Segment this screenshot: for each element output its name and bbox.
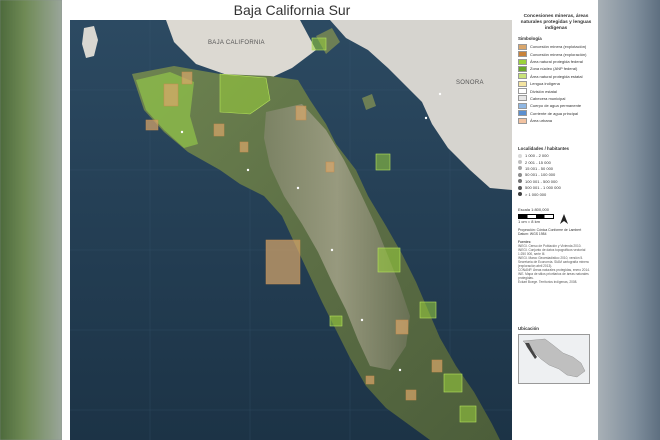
map-sheet: Baja California Sur BAJA CALIFORNIA SONO…: [62, 0, 598, 440]
legend-localidad-label: 500 001 - 1 000 000: [525, 185, 561, 191]
scale-block: Escala 1:800,000 1 cm = 8 km: [518, 207, 594, 224]
legend-swatch: [518, 88, 527, 95]
legend-item: Corriente de agua principal: [518, 110, 594, 117]
legend-localidad: > 1 000 000: [518, 192, 594, 197]
legend-item: Área natural protegida federal: [518, 58, 594, 65]
map-frame: BAJA CALIFORNIA SONORA: [70, 20, 512, 440]
legend-localidades-heading: Localidades / habitantes: [518, 145, 569, 151]
legend-item: Área natural protegida estatal: [518, 73, 594, 80]
legend-localidad-label: > 1 000 000: [525, 191, 547, 197]
legend-localidad-label: 2 001 - 15 000: [525, 159, 551, 165]
legend-swatch: [518, 117, 527, 124]
legend-item-label: Zona núcleo (ANP federal): [530, 66, 578, 72]
legend-item-label: Área urbana: [530, 118, 553, 124]
legend-item-label: Cabecera municipal: [530, 95, 566, 101]
legend-item: Cuerpo de agua permanente: [518, 102, 594, 109]
legend-swatch: [518, 95, 527, 102]
scale-sub: 1 cm = 8 km: [518, 218, 540, 224]
legend-items: Concesión minera (explotación) Concesión…: [518, 43, 594, 124]
legend-swatch: [518, 51, 527, 58]
legend-localidad: 15 001 - 50 000: [518, 166, 594, 171]
legend-item: Cabecera municipal: [518, 95, 594, 102]
legend-localidad-label: 1 000 - 2 000: [525, 153, 549, 159]
legend-swatch: [518, 110, 527, 117]
legend-dot: [518, 179, 522, 184]
legend-localidad-label: 100 001 - 500 000: [525, 178, 558, 184]
ubicacion-heading: Ubicación: [518, 326, 539, 331]
legend-title: Concesiones mineras, áreas naturales pro…: [520, 14, 592, 31]
legend-item-label: Área natural protegida estatal: [530, 73, 583, 79]
legend-simbologia-heading: Simbología: [518, 36, 542, 42]
legend-item-label: Concesión minera (explotación): [530, 44, 587, 50]
legend-swatch: [518, 65, 527, 72]
legend-item-label: Lengua indígena: [530, 81, 560, 87]
datum-text: Datum: WGS 1984: [518, 231, 547, 236]
source-line: INEGI. Conjunto de datos topográficos ve…: [518, 248, 586, 256]
legend-dot: [518, 166, 522, 171]
legend-localidad-label: 15 001 - 50 000: [525, 165, 554, 171]
legend-dot: [518, 153, 522, 158]
legend-item-label: División estatal: [530, 88, 557, 94]
legend-swatch: [518, 43, 527, 50]
blurred-left-background: [0, 0, 62, 440]
legend-item-label: Cuerpo de agua permanente: [530, 103, 582, 109]
legend-dot: [518, 172, 522, 177]
legend-localidad: 100 001 - 500 000: [518, 179, 594, 184]
legend-localidad: 500 001 - 1 000 000: [518, 185, 594, 190]
legend-localidad-label: 50 001 - 100 000: [525, 172, 556, 178]
legend-localidades: 1 000 - 2 000 2 001 - 15 000 15 001 - 50…: [518, 153, 594, 197]
legend-dot: [518, 192, 522, 196]
legend-panel: Concesiones mineras, áreas naturales pro…: [518, 14, 594, 284]
legend-item: Concesión minera (exploración): [518, 51, 594, 58]
legend-item: División estatal: [518, 88, 594, 95]
legend-dot: [518, 185, 522, 190]
legend-dot: [518, 160, 522, 165]
blurred-right-background: [598, 0, 660, 440]
source-line: INE. Mapa de sitios prioritarios de área…: [518, 272, 589, 280]
legend-swatch: [518, 80, 527, 87]
source-line: Secretaría de Economía. SIAM cartografía…: [518, 260, 589, 268]
sources-block: Fuentes: INEGI. Censo de Población y Viv…: [518, 240, 594, 284]
legend-item: Concesión minera (explotación): [518, 43, 594, 50]
mexico-inset: [522, 338, 586, 378]
location-inset-map: [518, 334, 590, 384]
legend-item-label: Corriente de agua principal: [530, 110, 579, 116]
legend-localidad: 2 001 - 15 000: [518, 160, 594, 165]
north-arrow-icon: [560, 213, 568, 224]
legend-item: Área urbana: [518, 117, 594, 124]
legend-swatch: [518, 73, 527, 80]
label-baja-california: BAJA CALIFORNIA: [208, 40, 265, 46]
legend-item: Zona núcleo (ANP federal): [518, 65, 594, 72]
legend-item-label: Concesión minera (exploración): [530, 51, 587, 57]
legend-swatch: [518, 102, 527, 109]
legend-localidad: 50 001 - 100 000: [518, 172, 594, 177]
legend-item-label: Área natural protegida federal: [530, 59, 583, 65]
legend-item: Lengua indígena: [518, 80, 594, 87]
scale-group: Escala 1:800,000 1 cm = 8 km: [518, 207, 554, 224]
legend-swatch: [518, 58, 527, 65]
source-line: Eckart Boege. Territorios indígenas, 200…: [518, 280, 578, 284]
scale-text: Escala 1:800,000: [518, 206, 549, 212]
satellite-map: [70, 20, 512, 440]
map-title: Baja California Sur: [233, 2, 351, 18]
label-sonora: SONORA: [456, 80, 484, 86]
legend-localidad: 1 000 - 2 000: [518, 153, 594, 158]
